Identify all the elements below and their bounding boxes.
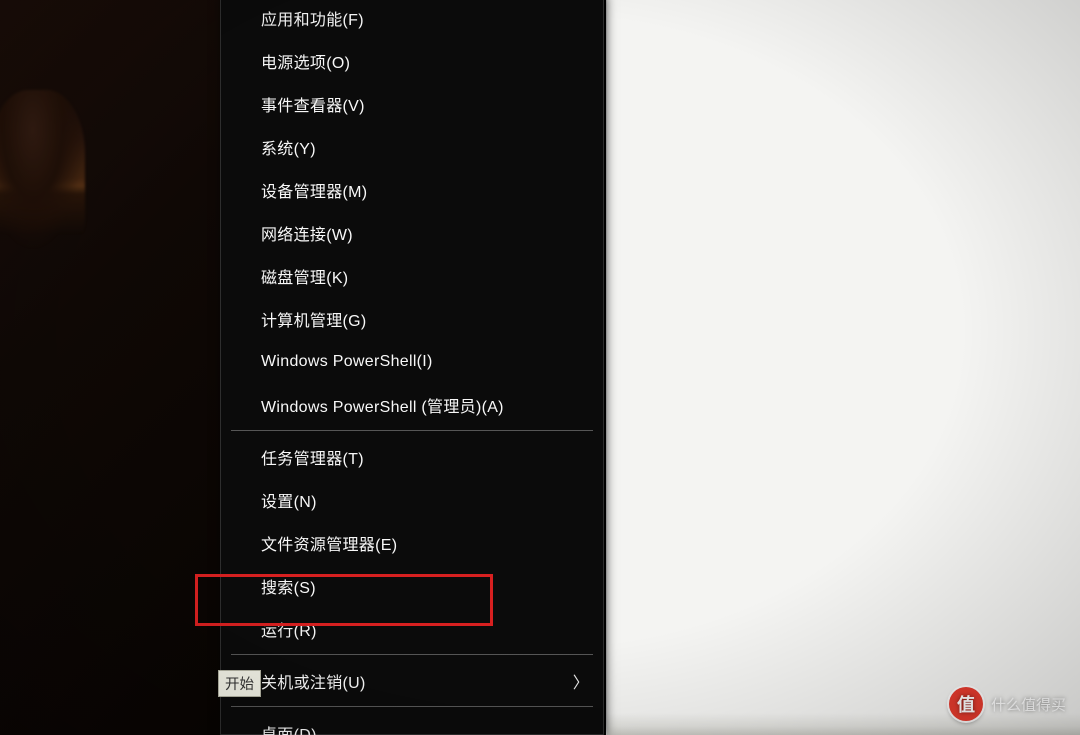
menu-item-label: 搜索(S): [261, 574, 585, 598]
menu-item-label: 系统(Y): [261, 135, 585, 159]
menu-item-label: 设置(N): [261, 488, 585, 512]
menu-item-label: Windows PowerShell (管理员)(A): [261, 393, 585, 417]
menu-item-s[interactable]: 搜索(S): [221, 564, 603, 607]
menu-item-label: Windows PowerShell(I): [261, 353, 585, 371]
menu-item-f[interactable]: 应用和功能(F): [221, 0, 603, 39]
menu-item-n[interactable]: 设置(N): [221, 478, 603, 521]
winx-context-menu[interactable]: 应用和功能(F) 电源选项(O) 事件查看器(V) 系统(Y) 设备管理器(M) 网络连接…: [220, 0, 604, 735]
menu-item-v[interactable]: 事件查看器(V): [221, 82, 603, 125]
menu-separator: [231, 654, 593, 655]
menu-item-r[interactable]: 运行(R): [221, 607, 603, 650]
background-window-right: [606, 0, 1080, 735]
menu-item-label: 应用和功能(F): [261, 6, 585, 30]
menu-item-label: 运行(R): [261, 617, 585, 641]
menu-item-label: 电源选项(O): [261, 49, 585, 73]
menu-item-k[interactable]: 磁盘管理(K): [221, 254, 603, 297]
background-figurine: [0, 90, 85, 250]
watermark-text: 什么值得买: [991, 694, 1066, 715]
menu-item-label: 文件资源管理器(E): [261, 531, 585, 555]
menu-item-windows-powershell-a[interactable]: Windows PowerShell (管理员)(A): [221, 383, 603, 426]
menu-item-label: 计算机管理(G): [261, 307, 585, 331]
menu-item-label: 关机或注销(U): [261, 669, 573, 693]
menu-item-label: 网络连接(W): [261, 221, 585, 245]
menu-item-y[interactable]: 系统(Y): [221, 125, 603, 168]
menu-item-label: 桌面(D): [261, 721, 585, 735]
menu-item-windows-powershell-i[interactable]: Windows PowerShell(I): [221, 340, 603, 383]
menu-item-label: 任务管理器(T): [261, 445, 585, 469]
menu-item-u[interactable]: 关机或注销(U)〉: [221, 659, 603, 702]
menu-item-o[interactable]: 电源选项(O): [221, 39, 603, 82]
menu-item-t[interactable]: 任务管理器(T): [221, 435, 603, 478]
desktop-background-left: [0, 0, 220, 735]
menu-separator: [231, 706, 593, 707]
menu-item-d[interactable]: 桌面(D): [221, 711, 603, 735]
menu-item-label: 设备管理器(M): [261, 178, 585, 202]
menu-item-e[interactable]: 文件资源管理器(E): [221, 521, 603, 564]
menu-item-m[interactable]: 设备管理器(M): [221, 168, 603, 211]
menu-separator: [231, 430, 593, 431]
menu-item-label: 事件查看器(V): [261, 92, 585, 116]
menu-item-g[interactable]: 计算机管理(G): [221, 297, 603, 340]
menu-item-label: 磁盘管理(K): [261, 264, 585, 288]
watermark: 值 什么值得买: [949, 687, 1066, 721]
menu-item-w[interactable]: 网络连接(W): [221, 211, 603, 254]
watermark-badge: 值: [949, 687, 983, 721]
chevron-right-icon: 〉: [573, 669, 589, 693]
start-tooltip: 开始: [218, 670, 261, 697]
